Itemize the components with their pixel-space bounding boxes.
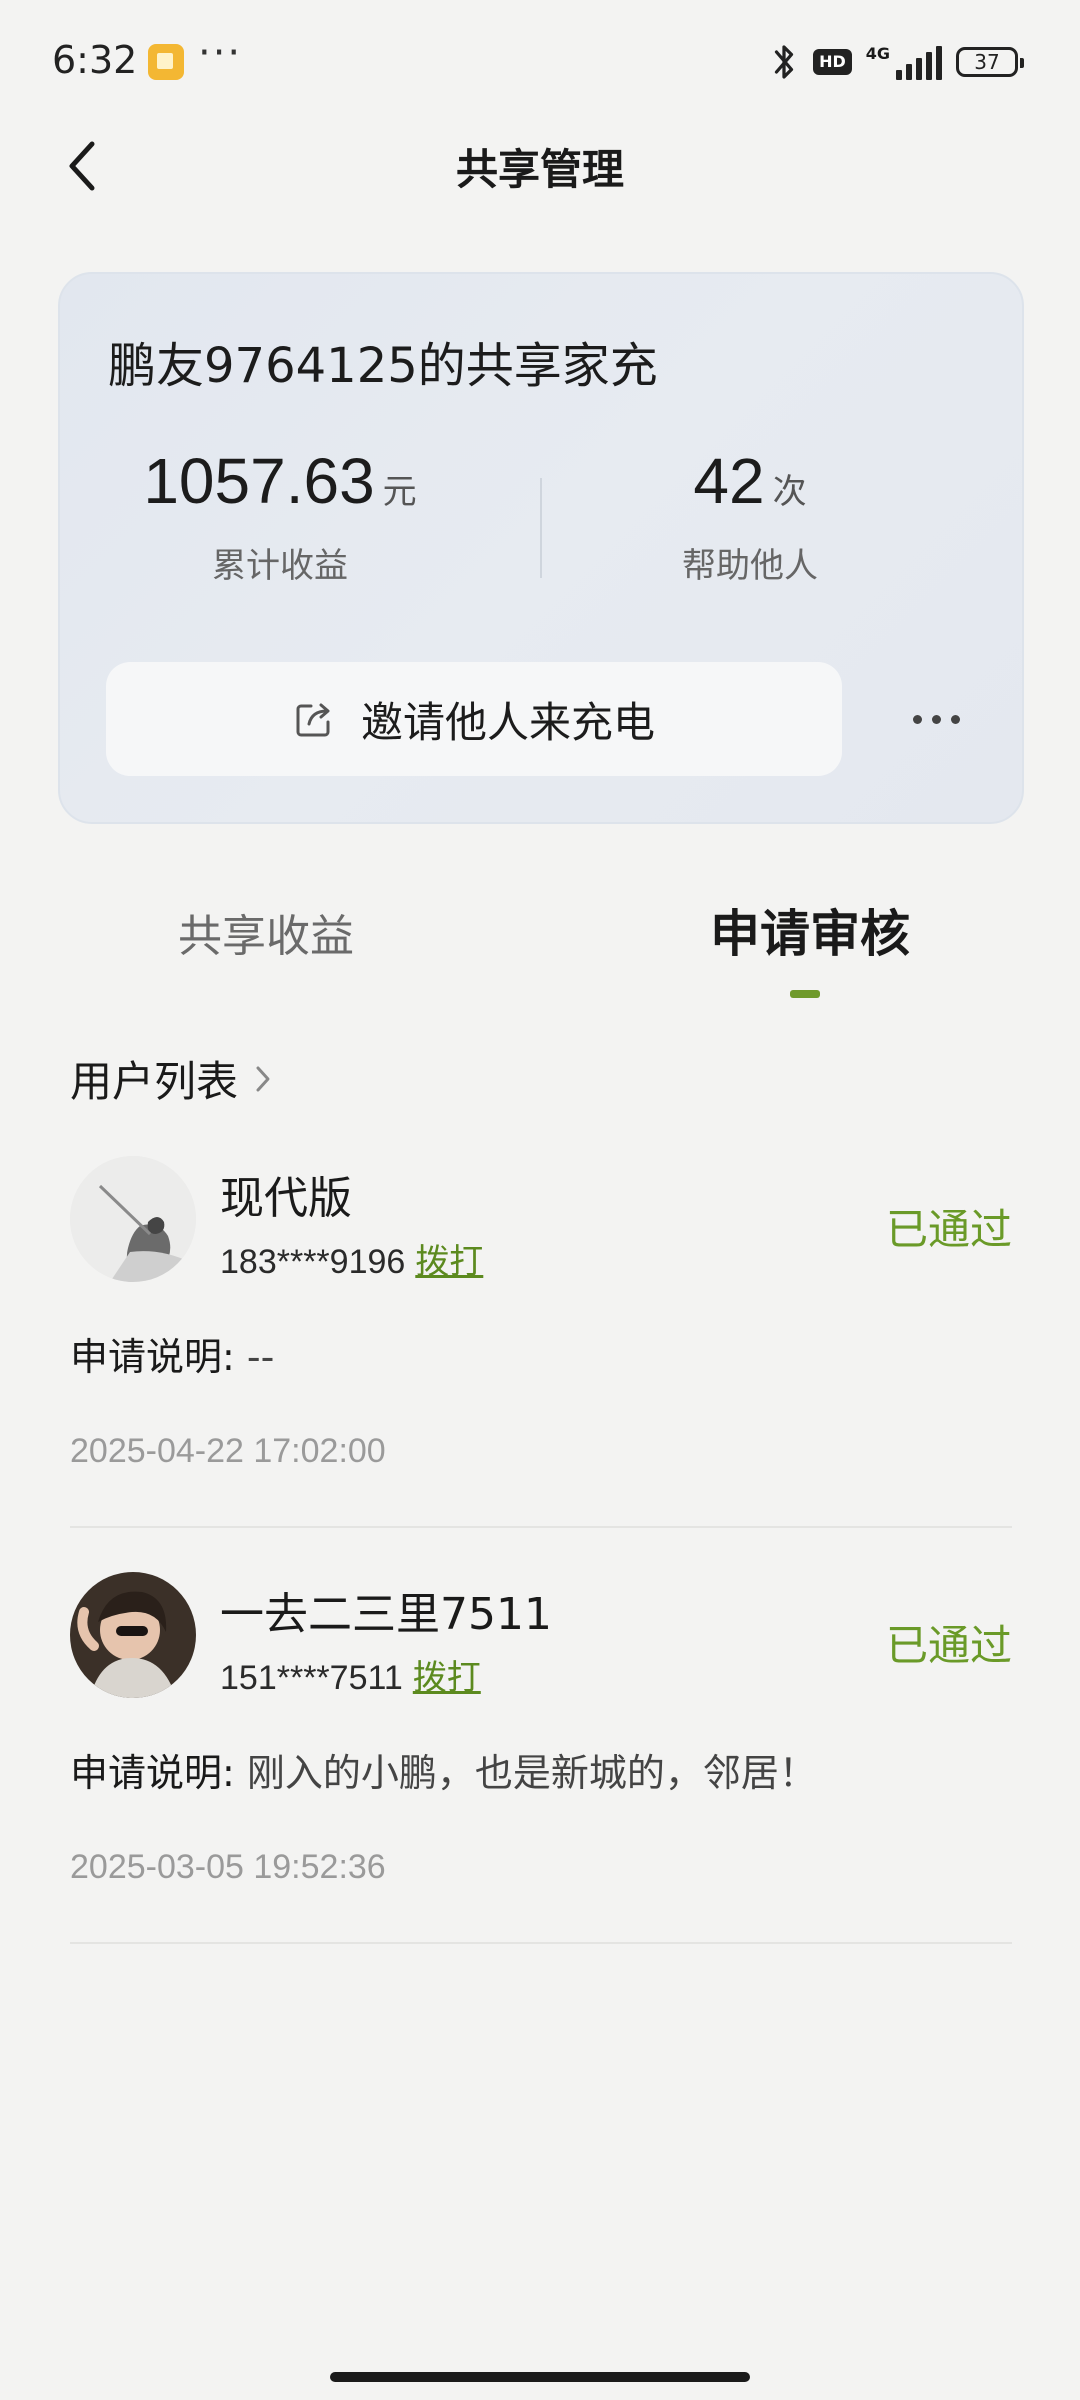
earnings-unit: 元: [382, 472, 417, 512]
divider: [70, 1526, 1012, 1528]
user-phone: 183****9196 拨打: [220, 1234, 483, 1283]
helped-label: 帮助他人: [682, 546, 818, 586]
active-tab-indicator: [790, 990, 820, 998]
user-list-title: 用户列表: [70, 1057, 239, 1106]
status-time: 6:32: [52, 38, 138, 82]
status-badge: 已通过: [885, 1205, 1012, 1254]
avatar: [70, 1572, 196, 1698]
entry-timestamp: 2025-04-22 17:02:00: [70, 1432, 386, 1470]
shared-charger-card: 鹏友9764125的共享家充 1057.63 元 累计收益 42 次 帮助他人 邀请…: [58, 272, 1024, 824]
user-name: 一去二三里7511: [220, 1589, 552, 1640]
application-note: 申请说明: 刚入的小鹏，也是新城的，邻居！: [70, 1742, 817, 1797]
chevron-right-icon: [256, 1066, 270, 1091]
stat-divider: [540, 478, 542, 578]
phone-number: 151****7511: [220, 1659, 403, 1697]
bluetooth-icon: [774, 45, 794, 79]
more-options-icon[interactable]: [896, 684, 976, 754]
card-title: 鹏友9764125的共享家充: [108, 338, 658, 394]
helped-unit: 次: [772, 472, 807, 512]
notes-app-icon: [148, 44, 184, 80]
status-more-icon: ···: [198, 30, 243, 76]
earnings-value: 1057.63: [143, 445, 375, 517]
entry-timestamp: 2025-03-05 19:52:36: [70, 1848, 386, 1886]
invite-button[interactable]: 邀请他人来充电: [106, 662, 842, 776]
call-link[interactable]: 拨打: [413, 1658, 481, 1698]
status-badge: 已通过: [885, 1621, 1012, 1670]
tab-application-review[interactable]: 申请审核: [710, 894, 910, 966]
helped-stat: 42 次 帮助他人: [560, 444, 940, 587]
home-indicator[interactable]: [330, 2372, 750, 2382]
earnings-label: 累计收益: [212, 546, 348, 586]
user-list-link[interactable]: 用户列表: [70, 1048, 274, 1109]
battery-icon: 37: [956, 47, 1024, 77]
application-note: 申请说明: --: [70, 1326, 274, 1381]
avatar: [70, 1156, 196, 1282]
earnings-stat: 1057.63 元 累计收益: [90, 444, 470, 587]
note-text: 刚入的小鹏，也是新城的，邻居！: [246, 1751, 817, 1795]
page-title: 共享管理: [455, 145, 624, 194]
invite-label: 邀请他人来充电: [360, 697, 655, 747]
note-prefix: 申请说明:: [70, 1335, 235, 1379]
share-icon: [296, 703, 330, 737]
user-name: 现代版: [220, 1173, 352, 1224]
phone-number: 183****9196: [220, 1243, 406, 1281]
network-type: 4G: [865, 44, 890, 63]
note-text: --: [246, 1335, 275, 1379]
hd-voice-icon: HD: [813, 49, 852, 75]
signal-icon: 4G: [866, 44, 942, 80]
note-prefix: 申请说明:: [70, 1751, 235, 1795]
app-header: 共享管理: [0, 120, 1080, 210]
tab-shared-earnings[interactable]: 共享收益: [178, 900, 354, 964]
status-bar: 6:32 ··· HD 4G 37: [0, 0, 1080, 120]
screen: 6:32 ··· HD 4G 37 共享管理 鹏友9764125的共享家充 10…: [0, 0, 1080, 2400]
status-icons: HD 4G 37: [769, 40, 1024, 84]
helped-value: 42: [693, 445, 765, 517]
call-link[interactable]: 拨打: [415, 1242, 483, 1282]
user-phone: 151****7511 拨打: [220, 1650, 481, 1699]
divider: [70, 1942, 1012, 1944]
